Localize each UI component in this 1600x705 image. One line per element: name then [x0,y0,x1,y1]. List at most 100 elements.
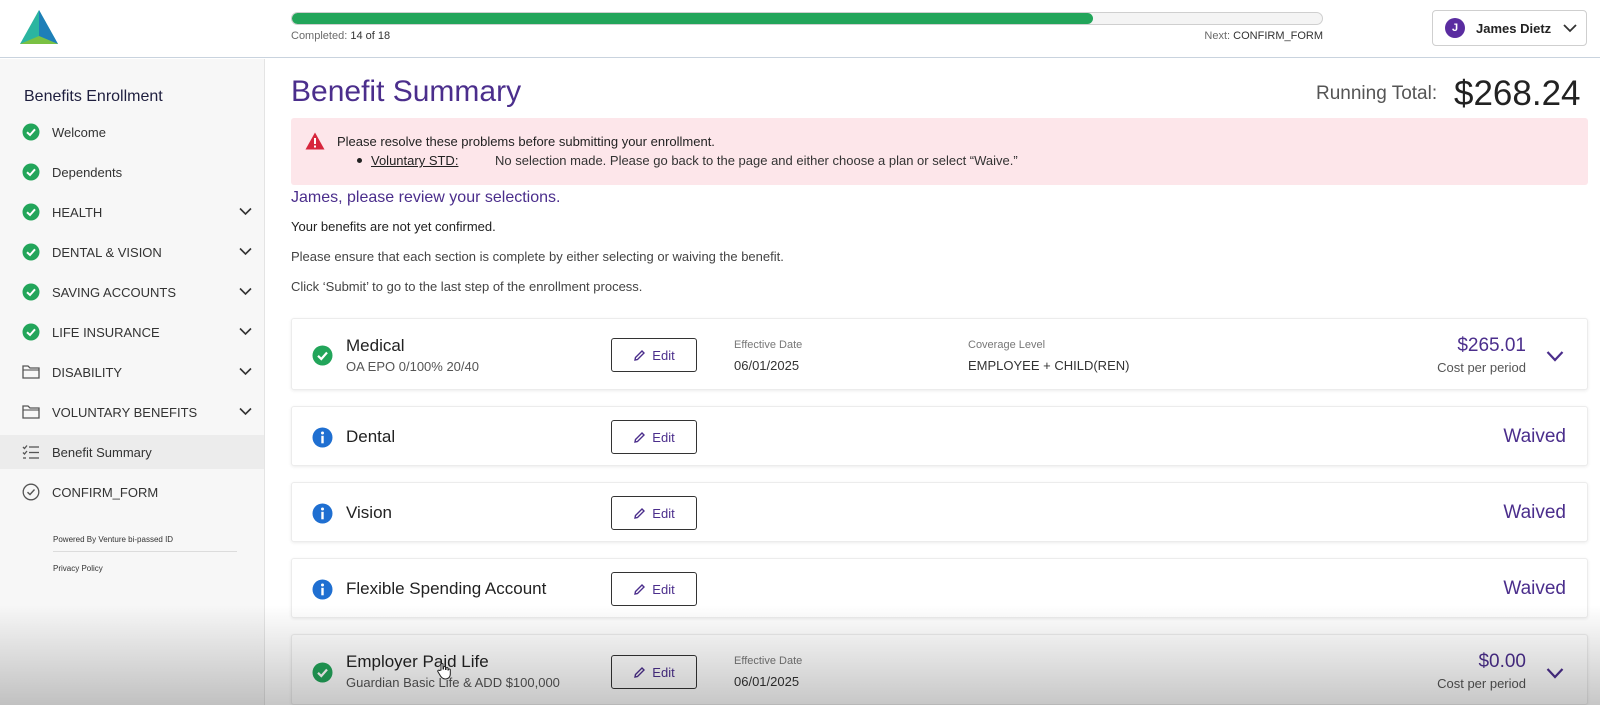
pencil-icon [634,349,646,361]
benefit-card-vision: Vision Edit Waived [291,482,1588,542]
chevron-down-icon[interactable] [239,407,252,416]
check-circle-icon [22,283,40,301]
powered-by-text: Powered By Venture bi-passed ID [53,535,174,544]
benefit-card-medical: Medical OA EPO 0/100% 20/40 Edit Effecti… [291,318,1588,390]
pencil-icon [634,431,646,443]
sidebar-item-label: Welcome [52,124,106,140]
benefit-card-fsa: Flexible Spending Account Edit Waived [291,558,1588,618]
info-circle-icon [312,503,333,524]
enrollment-progress-bar [291,12,1323,25]
error-alert: Please resolve these problems before sub… [291,118,1588,185]
effective-date-value: 06/01/2025 [734,358,800,373]
sidebar-item-label: SAVING ACCOUNTS [52,284,177,300]
edit-label: Edit [652,664,675,680]
sidebar-item-label: CONFIRM_FORM [52,484,159,500]
cost-value: $265.01 [1457,335,1526,356]
edit-button[interactable]: Edit [611,496,697,530]
sidebar-item-welcome[interactable]: Welcome [0,115,264,149]
effective-date-label: Effective Date [734,339,803,351]
sidebar-item-benefit-summary[interactable]: Benefit Summary [0,435,264,469]
running-total-value: $268.24 [1454,74,1581,113]
effective-date-value: 06/01/2025 [734,674,800,689]
waived-status: Waived [1503,578,1566,599]
sidebar-item-label: VOLUNTARY BENEFITS [52,404,198,420]
check-circle-icon [22,123,40,141]
info-circle-icon [312,427,333,448]
sidebar-title: Benefits Enrollment [24,88,163,105]
sidebar-item-disability[interactable]: DISABILITY [0,355,264,389]
edit-button[interactable]: Edit [611,655,697,689]
pencil-icon [634,507,646,519]
benefit-name: Employer Paid Life [346,652,489,671]
pencil-icon [634,583,646,595]
sidebar-item-label: Benefit Summary [52,444,152,460]
folder-icon [22,403,40,421]
chevron-down-icon[interactable] [239,367,252,376]
instruction-text: Please ensure that each section is compl… [291,249,784,264]
folder-icon [22,363,40,381]
alert-message: No selection made. Please go back to the… [495,153,1018,168]
benefit-card-employer-paid-life: Employer Paid Life Guardian Basic Life &… [291,634,1588,705]
top-header: Completed: 14 of 18 Next: CONFIRM_FORM J… [0,0,1600,58]
sidebar-item-confirm-form[interactable]: CONFIRM_FORM [0,475,264,509]
main-content: Benefit Summary Running Total: $268.24 P… [266,59,1600,705]
sidebar-item-label: DENTAL & VISION [52,244,162,260]
check-circle-icon [22,203,40,221]
check-circle-icon [312,345,333,366]
sidebar-item-label: Dependents [52,164,123,180]
next-value: CONFIRM_FORM [1233,30,1323,42]
warning-icon [305,132,325,150]
not-confirmed-text: Your benefits are not yet confirmed. [291,219,496,234]
user-menu-button[interactable]: J James Dietz [1432,10,1587,46]
benefit-card-dental: Dental Edit Waived [291,406,1588,466]
edit-label: Edit [652,347,675,363]
check-circle-icon [22,243,40,261]
next-label: Next: [1204,30,1231,42]
sidebar-item-health[interactable]: HEALTH [0,195,264,229]
page-title: Benefit Summary [291,75,522,108]
sidebar-item-label: LIFE INSURANCE [52,324,160,340]
edit-label: Edit [652,429,675,445]
chevron-down-icon[interactable] [239,207,252,216]
running-total-label: Running Total: [1316,83,1438,104]
chevron-down-icon[interactable] [239,247,252,256]
edit-button[interactable]: Edit [611,338,697,372]
privacy-policy-link[interactable]: Privacy Policy [53,564,103,573]
progress-fill [292,13,1094,24]
list-check-icon [22,443,40,461]
sidebar: Benefits Enrollment Welcome Dependents H… [0,59,265,705]
sidebar-item-dental-vision[interactable]: DENTAL & VISION [0,235,264,269]
progress-next: Next: CONFIRM_FORM [1204,30,1323,42]
circle-check-outline-icon [22,483,40,501]
hand-cursor-icon [437,663,451,680]
bullet [357,158,362,163]
sidebar-item-voluntary-benefits[interactable]: VOLUNTARY BENEFITS [0,395,264,429]
chevron-down-icon [1563,24,1577,33]
benefit-name: Medical [346,336,405,355]
plan-name: OA EPO 0/100% 20/40 [346,359,479,374]
check-circle-icon [22,163,40,181]
divider [53,551,237,552]
benefit-name: Vision [346,503,392,522]
edit-button[interactable]: Edit [611,420,697,454]
cost-per-period-label: Cost per period [1437,360,1526,375]
edit-label: Edit [652,581,675,597]
edit-button[interactable]: Edit [611,572,697,606]
info-circle-icon [312,579,333,600]
benefit-name: Dental [346,427,396,446]
sidebar-item-label: DISABILITY [52,364,123,380]
sidebar-item-dependents[interactable]: Dependents [0,155,264,189]
chevron-down-icon[interactable] [239,287,252,296]
voluntary-std-link[interactable]: Voluntary STD: [371,153,458,168]
sidebar-item-saving-accounts[interactable]: SAVING ACCOUNTS [0,275,264,309]
sidebar-item-life-insurance[interactable]: LIFE INSURANCE [0,315,264,349]
company-logo[interactable] [20,10,58,44]
benefit-name: Flexible Spending Account [346,579,547,598]
effective-date-label: Effective Date [734,655,803,667]
check-circle-icon [22,323,40,341]
chevron-down-icon[interactable] [1546,667,1564,679]
cost-value: $0.00 [1478,651,1526,672]
review-heading: James, please review your selections. [291,189,561,206]
chevron-down-icon[interactable] [1546,350,1564,362]
chevron-down-icon[interactable] [239,327,252,336]
